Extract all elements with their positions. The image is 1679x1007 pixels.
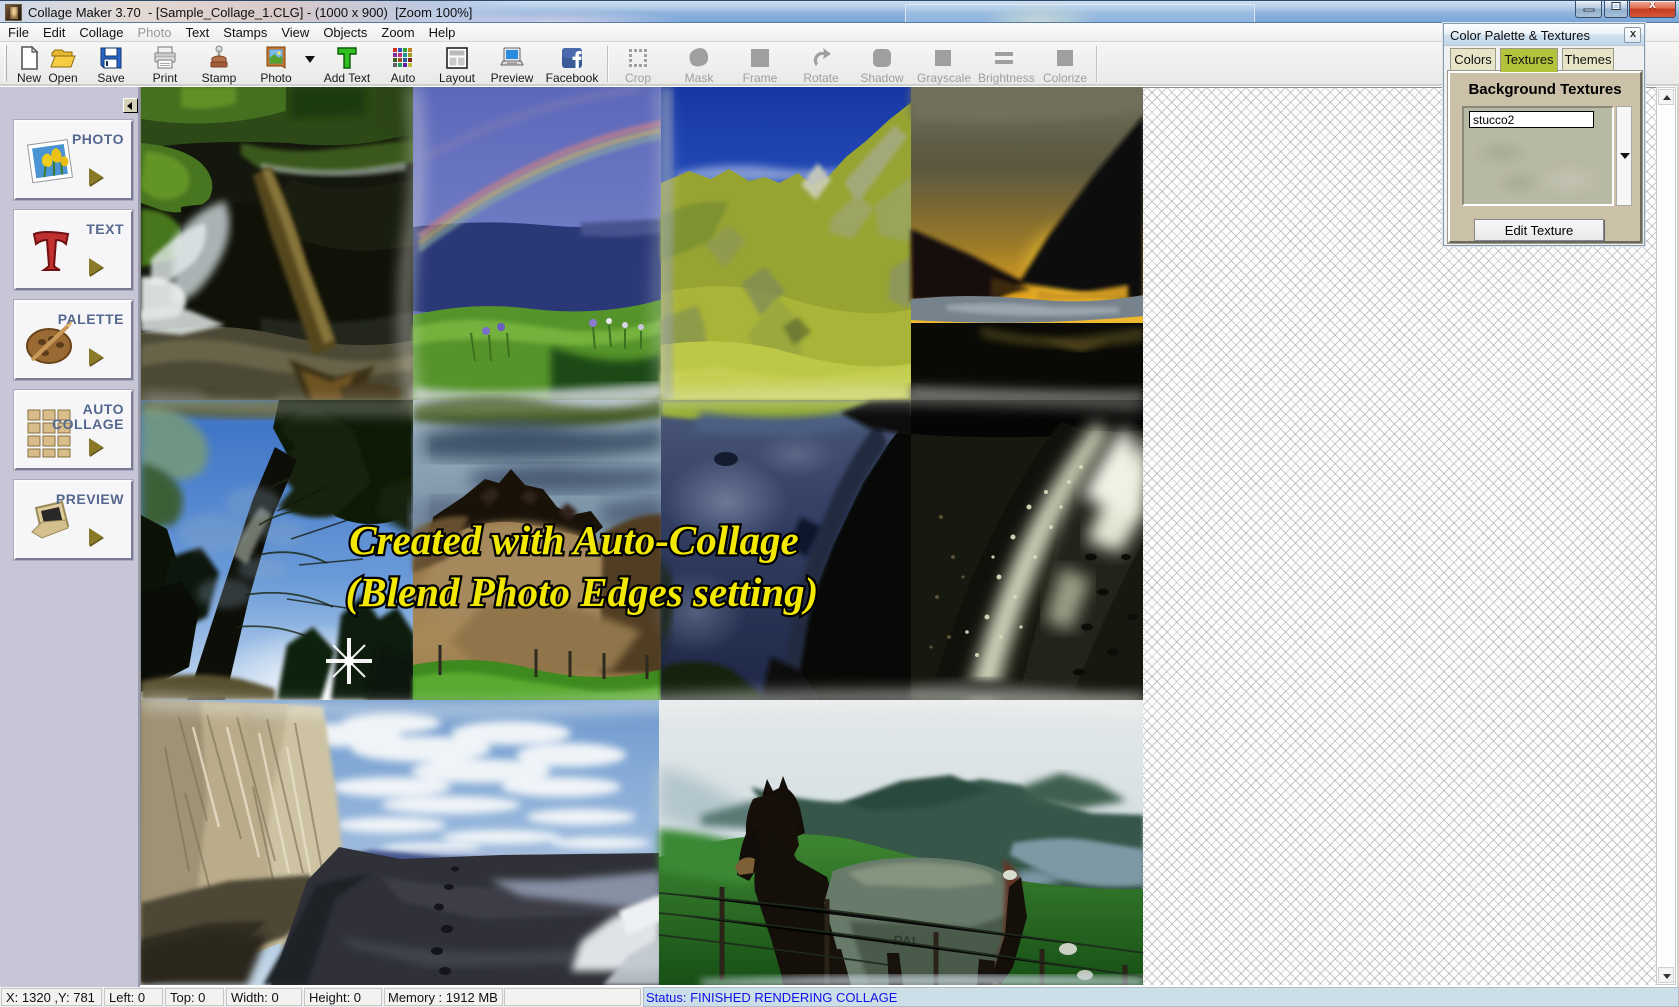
svg-text:Created with Auto-Collage: Created with Auto-Collage	[349, 517, 799, 563]
svg-text:(Blend Photo Edges setting): (Blend Photo Edges setting)	[346, 569, 819, 615]
